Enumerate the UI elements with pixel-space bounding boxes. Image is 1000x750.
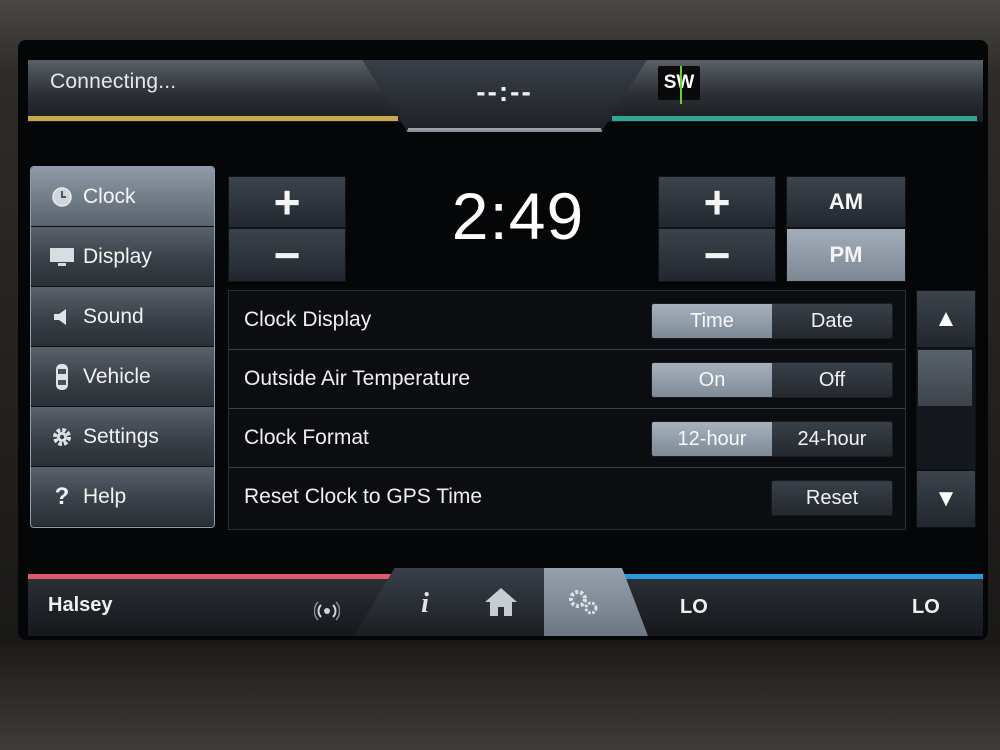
sidebar-item-settings[interactable]: Settings bbox=[31, 407, 214, 467]
sidebar-item-label: Sound bbox=[83, 304, 144, 328]
info-icon[interactable]: i bbox=[400, 584, 450, 624]
sidebar-item-label: Vehicle bbox=[83, 364, 151, 388]
left-climate-temp[interactable]: LO bbox=[680, 596, 708, 619]
audio-source[interactable]: Halsey bbox=[48, 594, 113, 617]
top-left-accent bbox=[28, 116, 398, 121]
sidebar-item-label: Display bbox=[83, 244, 152, 268]
clock-icon bbox=[47, 186, 77, 208]
hour-decrement-button[interactable]: − bbox=[228, 228, 346, 282]
sidebar-item-sound[interactable]: Sound bbox=[31, 287, 214, 347]
sidebar-item-clock[interactable]: Clock bbox=[31, 167, 214, 227]
connection-status: Connecting... bbox=[50, 70, 177, 93]
home-icon[interactable] bbox=[476, 582, 526, 622]
current-time: 2:49 bbox=[451, 179, 585, 253]
scroll-down-button[interactable]: ▼ bbox=[916, 470, 976, 528]
minute-decrement-button[interactable]: − bbox=[658, 228, 776, 282]
on-option[interactable]: On bbox=[652, 363, 772, 397]
list-item: Reset Clock to GPS Time Reset bbox=[229, 468, 905, 526]
am-button[interactable]: AM bbox=[786, 176, 906, 228]
settings-sidebar: Clock Display Sound Vehicle Settings ? H… bbox=[30, 166, 215, 528]
display-icon bbox=[47, 247, 77, 267]
clock-format-toggle: 12-hour 24-hour bbox=[651, 421, 893, 457]
compass-heading: SW bbox=[658, 66, 700, 100]
top-right-accent bbox=[612, 116, 977, 121]
right-climate-temp[interactable]: LO bbox=[912, 596, 940, 619]
sidebar-item-help[interactable]: ? Help bbox=[31, 467, 214, 526]
bottom-left-accent bbox=[28, 574, 398, 579]
settings-list: Clock Display Time Date Outside Air Temp… bbox=[228, 290, 906, 530]
outside-temp-toggle: On Off bbox=[651, 362, 893, 398]
sidebar-item-vehicle[interactable]: Vehicle bbox=[31, 347, 214, 407]
scroll-up-button[interactable]: ▲ bbox=[916, 290, 976, 348]
sidebar-item-label: Help bbox=[83, 484, 127, 508]
sidebar-item-label: Settings bbox=[83, 424, 159, 448]
time-option[interactable]: Time bbox=[652, 304, 772, 338]
list-item: Clock Display Time Date bbox=[229, 291, 905, 350]
minute-increment-button[interactable]: + bbox=[658, 176, 776, 228]
row-label: Clock Format bbox=[244, 426, 369, 449]
speaker-icon bbox=[47, 306, 77, 328]
off-option[interactable]: Off bbox=[772, 363, 892, 397]
reset-button[interactable]: Reset bbox=[771, 480, 893, 516]
row-label: Outside Air Temperature bbox=[244, 367, 471, 390]
car-icon bbox=[47, 363, 77, 391]
center-clock-display: --:-- bbox=[476, 76, 533, 107]
row-label: Reset Clock to GPS Time bbox=[244, 485, 483, 508]
list-item: Outside Air Temperature On Off bbox=[229, 350, 905, 409]
bottom-right-accent bbox=[610, 574, 983, 579]
scrollbar-thumb[interactable] bbox=[918, 350, 972, 406]
pm-button[interactable]: PM bbox=[786, 228, 906, 282]
24-hour-option[interactable]: 24-hour bbox=[772, 422, 892, 456]
list-item: Clock Format 12-hour 24-hour bbox=[229, 409, 905, 468]
compass-needle bbox=[680, 66, 682, 104]
settings-gears-icon[interactable] bbox=[558, 582, 608, 622]
date-option[interactable]: Date bbox=[772, 304, 892, 338]
help-icon: ? bbox=[54, 482, 70, 510]
row-label: Clock Display bbox=[244, 308, 372, 331]
sidebar-item-display[interactable]: Display bbox=[31, 227, 214, 287]
radio-signal-icon bbox=[312, 596, 342, 626]
sidebar-item-label: Clock bbox=[83, 184, 136, 208]
hour-increment-button[interactable]: + bbox=[228, 176, 346, 228]
clock-display-toggle: Time Date bbox=[651, 303, 893, 339]
gear-icon bbox=[47, 425, 77, 449]
12-hour-option[interactable]: 12-hour bbox=[652, 422, 772, 456]
